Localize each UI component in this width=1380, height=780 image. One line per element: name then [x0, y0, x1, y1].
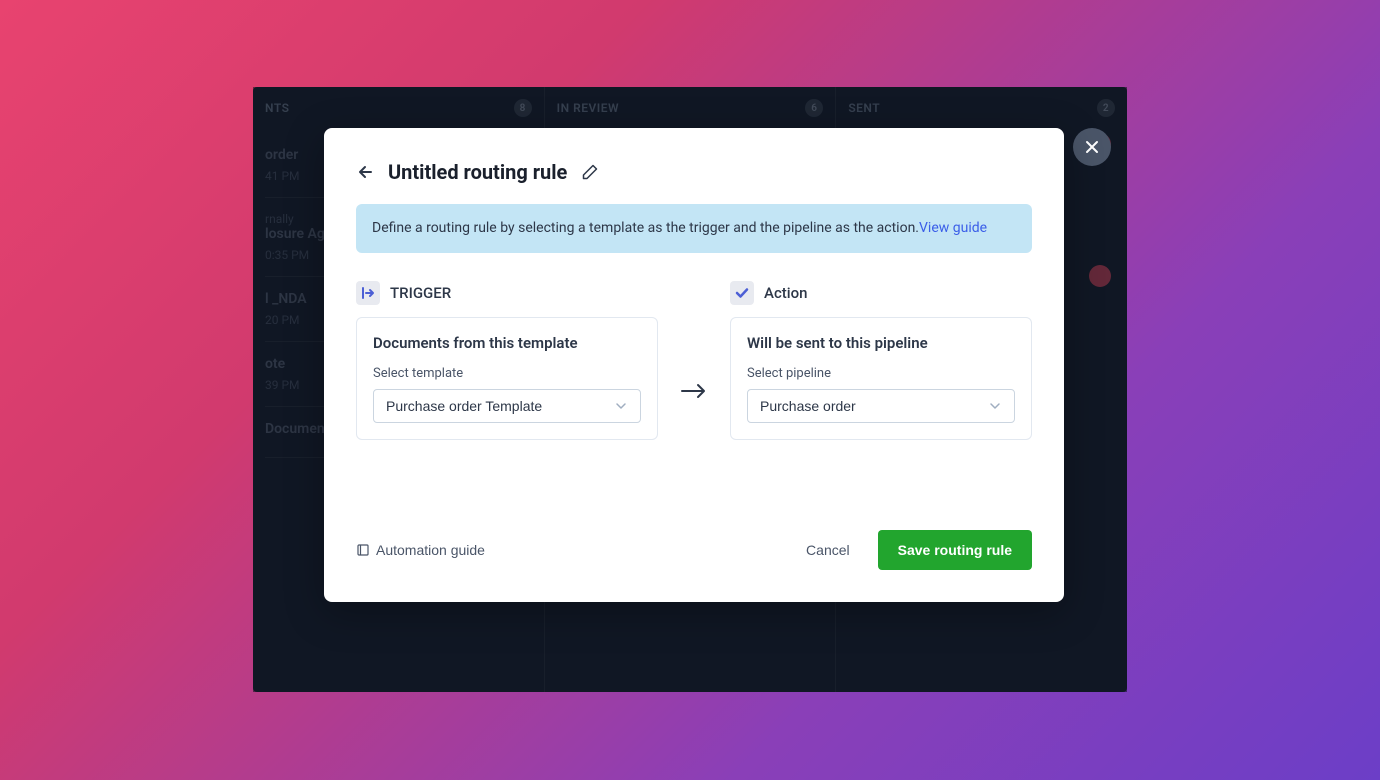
- info-banner: Define a routing rule by selecting a tem…: [356, 204, 1032, 253]
- arrow-right-icon: [680, 381, 708, 401]
- trigger-label: TRIGGER: [390, 284, 451, 302]
- chevron-down-icon: [614, 399, 628, 413]
- modal-header: Untitled routing rule: [356, 160, 1032, 184]
- cancel-button[interactable]: Cancel: [794, 532, 862, 568]
- pipeline-select[interactable]: Purchase order: [747, 389, 1015, 423]
- trigger-section: TRIGGER Documents from this template Sel…: [356, 281, 658, 440]
- close-button[interactable]: [1073, 128, 1111, 166]
- book-icon: [356, 543, 370, 557]
- section-header: Action: [730, 281, 1032, 305]
- view-guide-link[interactable]: View guide: [919, 220, 987, 236]
- template-select-value: Purchase order Template: [386, 398, 542, 414]
- close-icon: [1084, 139, 1100, 155]
- modal-title: Untitled routing rule: [388, 160, 567, 184]
- footer-right: Cancel Save routing rule: [794, 530, 1032, 570]
- template-field-label: Select template: [373, 366, 641, 381]
- automation-guide-link[interactable]: Automation guide: [356, 542, 485, 558]
- action-card: Will be sent to this pipeline Select pip…: [730, 317, 1032, 440]
- template-select[interactable]: Purchase order Template: [373, 389, 641, 423]
- arrow-connector: [674, 281, 714, 440]
- banner-text: Define a routing rule by selecting a tem…: [372, 220, 919, 236]
- modal-footer: Automation guide Cancel Save routing rul…: [356, 530, 1032, 570]
- edit-title-button[interactable]: [579, 161, 601, 183]
- chevron-down-icon: [988, 399, 1002, 413]
- trigger-card: Documents from this template Select temp…: [356, 317, 658, 440]
- rule-sections: TRIGGER Documents from this template Sel…: [356, 281, 1032, 440]
- footer-left: Automation guide: [356, 542, 485, 558]
- action-label: Action: [764, 284, 807, 302]
- save-routing-rule-button[interactable]: Save routing rule: [878, 530, 1032, 570]
- trigger-icon: [356, 281, 380, 305]
- arrow-left-icon: [356, 162, 376, 182]
- routing-rule-modal: Untitled routing rule Define a routing r…: [324, 128, 1064, 602]
- trigger-card-title: Documents from this template: [373, 334, 641, 352]
- back-button[interactable]: [356, 162, 376, 182]
- guide-link-text: Automation guide: [376, 542, 485, 558]
- action-icon: [730, 281, 754, 305]
- action-section: Action Will be sent to this pipeline Sel…: [730, 281, 1032, 440]
- pipeline-select-value: Purchase order: [760, 398, 856, 414]
- pencil-icon: [581, 163, 599, 181]
- section-header: TRIGGER: [356, 281, 658, 305]
- action-card-title: Will be sent to this pipeline: [747, 334, 1015, 352]
- pipeline-field-label: Select pipeline: [747, 366, 1015, 381]
